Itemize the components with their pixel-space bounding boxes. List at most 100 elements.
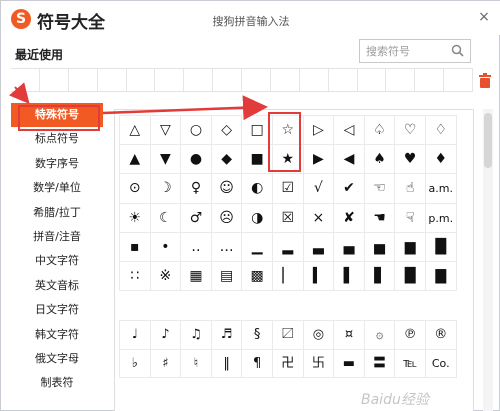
- symbol-cell[interactable]: ☜: [364, 174, 396, 204]
- symbol-cell[interactable]: ◀: [334, 145, 365, 175]
- symbol-cell[interactable]: ◆: [211, 145, 243, 175]
- symbol-cell[interactable]: ☚: [364, 203, 396, 233]
- symbol-cell[interactable]: ▌: [334, 261, 365, 292]
- symbol-cell[interactable]: 卐: [303, 349, 335, 378]
- symbol-cell[interactable]: §: [242, 321, 273, 350]
- scrollbar-thumb[interactable]: [484, 113, 492, 168]
- symbol-cell[interactable]: ▁: [242, 232, 273, 262]
- symbol-cell[interactable]: •: [150, 232, 182, 262]
- symbol-cell[interactable]: ∷: [120, 261, 151, 292]
- category-item[interactable]: 制表符: [11, 371, 103, 395]
- symbol-cell[interactable]: █: [425, 232, 457, 262]
- symbol-cell[interactable]: ۞: [364, 321, 396, 350]
- symbol-cell[interactable]: ▬: [334, 349, 365, 378]
- trash-icon[interactable]: [478, 73, 492, 89]
- symbol-cell[interactable]: ☀: [120, 203, 151, 233]
- recent-symbol-slot[interactable]: [300, 69, 329, 91]
- symbol-cell[interactable]: ♪: [150, 321, 182, 350]
- search-box[interactable]: [359, 39, 471, 63]
- recent-symbol-slot[interactable]: [40, 69, 69, 91]
- symbol-cell[interactable]: ★: [272, 145, 304, 175]
- symbol-cell[interactable]: p.m.: [425, 203, 457, 233]
- recent-symbol-slot[interactable]: [155, 69, 185, 91]
- symbol-cell[interactable]: ¶: [242, 349, 273, 378]
- symbol-cell[interactable]: ♯: [150, 349, 182, 378]
- symbol-cell[interactable]: ▷: [303, 116, 335, 146]
- symbol-cell[interactable]: ℗: [395, 321, 426, 350]
- symbol-cell[interactable]: ○: [181, 116, 212, 146]
- symbol-cell[interactable]: ◎: [303, 321, 335, 350]
- recent-symbol-slot[interactable]: [184, 69, 214, 91]
- symbol-cell[interactable]: ♂: [181, 203, 212, 233]
- symbol-cell[interactable]: ▃: [303, 232, 335, 262]
- symbol-cell[interactable]: ◑: [242, 203, 273, 233]
- recent-symbol-slot[interactable]: [271, 69, 300, 91]
- symbol-cell[interactable]: ☺: [211, 174, 243, 204]
- symbol-cell[interactable]: ▶: [303, 145, 335, 175]
- recent-symbol-slot[interactable]: [242, 69, 271, 91]
- recent-symbol-slot[interactable]: [213, 69, 242, 91]
- symbol-cell[interactable]: Co.: [425, 349, 457, 378]
- symbol-cell[interactable]: ※: [150, 261, 182, 292]
- symbol-cell[interactable]: ▤: [211, 261, 243, 292]
- symbol-cell[interactable]: ⊙: [120, 174, 151, 204]
- symbol-cell[interactable]: ♤: [364, 116, 396, 146]
- category-item[interactable]: 中文字符: [11, 249, 103, 273]
- symbol-cell[interactable]: ☾: [150, 203, 182, 233]
- symbol-cell[interactable]: ♮: [181, 349, 212, 378]
- search-icon[interactable]: [451, 44, 464, 57]
- symbol-cell[interactable]: ☑: [272, 174, 304, 204]
- category-item[interactable]: 数字序号: [11, 152, 103, 176]
- symbol-cell[interactable]: ☟: [395, 203, 426, 233]
- symbol-cell[interactable]: ▍: [303, 261, 335, 292]
- symbol-cell[interactable]: ♀: [181, 174, 212, 204]
- recent-symbol-slot[interactable]: [69, 69, 98, 91]
- symbol-cell[interactable]: ▏: [272, 261, 304, 292]
- symbol-cell[interactable]: ▅: [364, 232, 396, 262]
- symbol-cell[interactable]: ✘: [334, 203, 365, 233]
- symbol-cell[interactable]: ●: [181, 145, 212, 175]
- symbol-cell[interactable]: ♢: [425, 116, 457, 146]
- category-item[interactable]: 特殊符号: [11, 103, 103, 128]
- symbol-cell[interactable]: ▽: [150, 116, 182, 146]
- search-input[interactable]: [360, 40, 444, 63]
- symbol-cell[interactable]: ◐: [242, 174, 273, 204]
- symbol-cell[interactable]: ▆: [395, 232, 426, 262]
- recent-symbol-slot[interactable]: [98, 69, 127, 91]
- symbol-cell[interactable]: ▩: [242, 261, 273, 292]
- symbol-cell[interactable]: △: [120, 116, 151, 146]
- recent-symbol-slot[interactable]: [127, 69, 156, 91]
- recent-symbol-slot[interactable]: [358, 69, 387, 91]
- recent-symbol-slot[interactable]: [415, 69, 445, 91]
- symbol-cell[interactable]: ☝: [395, 174, 426, 204]
- symbol-cell[interactable]: ✔: [334, 174, 365, 204]
- symbol-cell[interactable]: ☽: [150, 174, 182, 204]
- symbol-cell[interactable]: ▂: [272, 232, 304, 262]
- symbol-cell[interactable]: ♠: [364, 145, 396, 175]
- symbol-cell[interactable]: √: [303, 174, 335, 204]
- symbol-cell[interactable]: ▲: [120, 145, 151, 175]
- symbol-cell[interactable]: ♩: [120, 321, 151, 350]
- symbol-cell[interactable]: ℡: [395, 349, 426, 378]
- symbol-cell[interactable]: ■: [242, 145, 273, 175]
- symbol-cell[interactable]: 〓: [364, 349, 396, 378]
- close-button[interactable]: ×: [475, 8, 493, 26]
- symbol-cell[interactable]: █: [395, 261, 426, 292]
- symbol-cell[interactable]: ♬: [211, 321, 243, 350]
- symbol-cell[interactable]: ▼: [150, 145, 182, 175]
- category-item[interactable]: 俄文字母: [11, 347, 103, 371]
- category-item[interactable]: 标点符号: [11, 127, 103, 151]
- recent-symbol-slot[interactable]: [11, 69, 40, 91]
- symbol-cell[interactable]: ®: [425, 321, 457, 350]
- recent-symbol-slot[interactable]: [329, 69, 358, 91]
- category-item[interactable]: 日文字符: [11, 298, 103, 322]
- category-item[interactable]: 英文音标: [11, 274, 103, 298]
- symbol-cell[interactable]: ▦: [181, 261, 212, 292]
- symbol-cell[interactable]: ▄: [334, 232, 365, 262]
- symbol-cell[interactable]: ♭: [120, 349, 151, 378]
- symbol-cell[interactable]: ☆: [272, 116, 304, 146]
- category-item[interactable]: 数学/单位: [11, 176, 103, 200]
- symbol-cell[interactable]: ×: [303, 203, 335, 233]
- symbol-cell[interactable]: ‥: [181, 232, 212, 262]
- scrollbar[interactable]: [483, 109, 493, 411]
